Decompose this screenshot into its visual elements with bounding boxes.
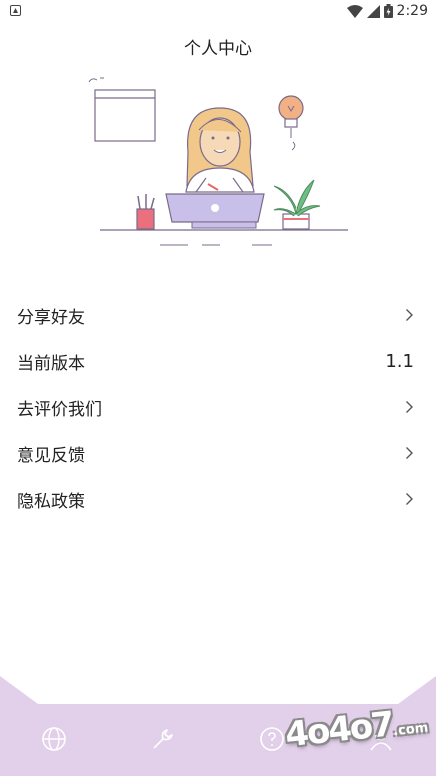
page-title: 个人中心 bbox=[184, 39, 252, 59]
chevron-right-icon bbox=[406, 401, 413, 413]
signal-icon bbox=[366, 4, 380, 18]
help-icon[interactable] bbox=[259, 726, 285, 752]
chevron-right-icon bbox=[406, 309, 413, 321]
menu-item-rate[interactable]: 去评价我们 bbox=[0, 384, 436, 430]
menu-item-label: 当前版本 bbox=[17, 353, 85, 374]
menu-item-share[interactable]: 分享好友 bbox=[0, 292, 436, 338]
wrench-icon[interactable] bbox=[150, 726, 176, 752]
chevron-right-icon bbox=[406, 493, 413, 505]
status-time: 2:29 bbox=[396, 3, 428, 19]
bottom-area: 4o4o7.com bbox=[0, 676, 436, 776]
status-bar: 2:29 bbox=[0, 0, 436, 24]
header-illustration bbox=[88, 77, 348, 246]
menu-item-version: 当前版本 1.1 bbox=[0, 338, 436, 384]
version-value: 1.1 bbox=[385, 350, 414, 372]
menu-item-label: 隐私政策 bbox=[17, 491, 85, 512]
menu-item-label: 分享好友 bbox=[17, 307, 85, 328]
wifi-icon bbox=[346, 4, 363, 18]
battery-icon bbox=[383, 4, 393, 18]
chevron-right-icon bbox=[406, 447, 413, 459]
notification-icon bbox=[10, 5, 21, 16]
settings-menu: 分享好友 当前版本 1.1 去评价我们 意见反馈 隐私政策 bbox=[0, 292, 436, 522]
menu-item-label: 意见反馈 bbox=[17, 445, 85, 466]
menu-item-privacy[interactable]: 隐私政策 bbox=[0, 476, 436, 522]
menu-item-label: 去评价我们 bbox=[17, 399, 102, 420]
bottom-nav: 4o4o7.com bbox=[0, 700, 436, 776]
globe-icon[interactable] bbox=[41, 726, 67, 752]
watermark: 4o4o7.com bbox=[283, 704, 430, 756]
menu-item-feedback[interactable]: 意见反馈 bbox=[0, 430, 436, 476]
